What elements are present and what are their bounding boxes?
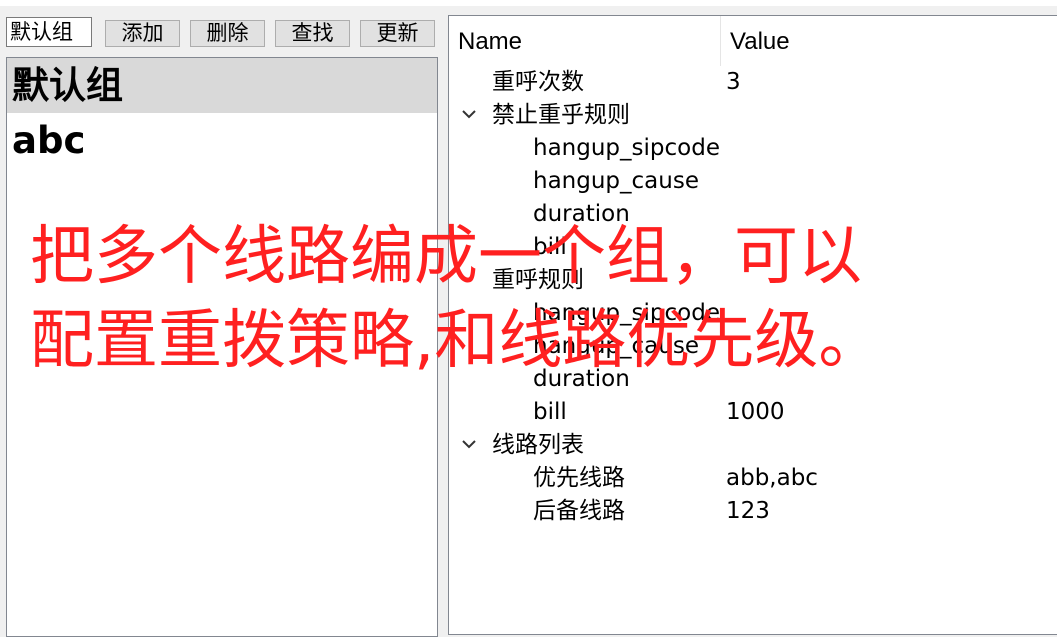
- tree-row-name: bill: [533, 399, 567, 425]
- tree-row-name: 重呼规则: [492, 267, 584, 293]
- tree-row-name: duration: [533, 366, 630, 392]
- group-list[interactable]: 默认组 abc: [6, 57, 438, 637]
- tree-row[interactable]: bill 1000: [449, 396, 1057, 429]
- find-button[interactable]: 查找: [275, 20, 350, 47]
- tree-row-name: hangup_cause: [533, 168, 699, 194]
- add-button[interactable]: 添加: [105, 20, 180, 47]
- tree-row[interactable]: 后备线路 123: [449, 495, 1057, 528]
- column-header-value[interactable]: Value: [730, 16, 790, 66]
- tree-row[interactable]: 重呼规则: [449, 264, 1057, 297]
- column-header-name[interactable]: Name: [458, 16, 721, 66]
- tree-row[interactable]: duration: [449, 363, 1057, 396]
- tree-row[interactable]: bill: [449, 231, 1057, 264]
- tree-row-value: 1000: [726, 399, 785, 425]
- tree-row-value: 123: [726, 498, 770, 524]
- tree-row[interactable]: hangup_cause: [449, 330, 1057, 363]
- tree-row[interactable]: hangup_sipcode: [449, 132, 1057, 165]
- tree-row[interactable]: 线路列表: [449, 429, 1057, 462]
- tree-row-name: 优先线路: [533, 465, 625, 491]
- group-item-abc[interactable]: abc: [7, 113, 437, 168]
- tree-row-name: hangup_sipcode: [533, 300, 720, 326]
- tree-row-name: 线路列表: [492, 432, 584, 458]
- chevron-down-icon[interactable]: [459, 99, 479, 132]
- tree-row[interactable]: 优先线路 abb,abc: [449, 462, 1057, 495]
- tree-row[interactable]: 重呼次数 3: [449, 66, 1057, 99]
- delete-button[interactable]: 删除: [190, 20, 265, 47]
- tree-row-name: bill: [533, 234, 567, 260]
- update-button[interactable]: 更新: [360, 20, 435, 47]
- tree-row[interactable]: 禁止重乎规则: [449, 99, 1057, 132]
- tree-row[interactable]: hangup_sipcode: [449, 297, 1057, 330]
- tree-row-name: 后备线路: [533, 498, 625, 524]
- chevron-down-icon[interactable]: [459, 429, 479, 462]
- tree-row-name: 禁止重乎规则: [492, 102, 630, 128]
- tree-row[interactable]: hangup_cause: [449, 165, 1057, 198]
- group-name-input[interactable]: 默认组: [6, 17, 92, 47]
- group-item-default[interactable]: 默认组: [7, 58, 437, 113]
- tree-row-value: 3: [726, 69, 741, 95]
- tree-row-name: hangup_cause: [533, 333, 699, 359]
- tree-row-value: abb,abc: [726, 465, 818, 491]
- tree-row-name: duration: [533, 201, 630, 227]
- window-top-strip: [0, 0, 1057, 6]
- property-tree[interactable]: Name Value 重呼次数 3 禁止重乎规则 hangup_sipcode …: [448, 15, 1057, 635]
- tree-row[interactable]: duration: [449, 198, 1057, 231]
- tree-row-name: 重呼次数: [492, 69, 584, 95]
- tree-row-name: hangup_sipcode: [533, 135, 720, 161]
